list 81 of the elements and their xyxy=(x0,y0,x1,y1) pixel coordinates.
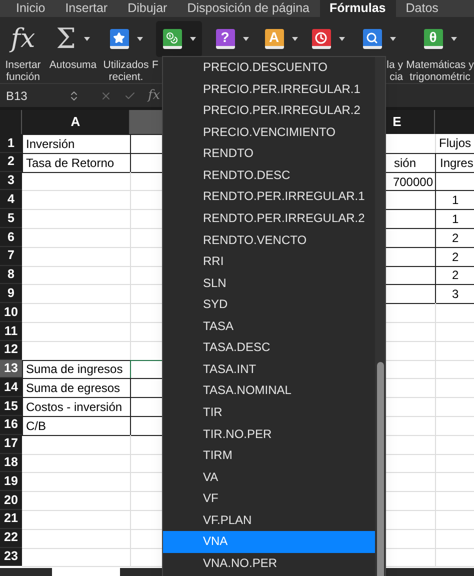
row-number[interactable]: 17 xyxy=(0,434,22,454)
row-number[interactable]: 12 xyxy=(0,340,22,360)
row-number[interactable]: 14 xyxy=(0,378,22,398)
ribbon-button[interactable]: fx xyxy=(4,21,42,57)
menu-item[interactable]: PRECIO.DESCUENTO xyxy=(163,57,375,79)
menu-item[interactable]: SLN xyxy=(163,272,375,294)
ribbon-button[interactable] xyxy=(156,21,202,57)
ribbon-label: la y cia xyxy=(386,59,404,83)
name-box[interactable]: B13 xyxy=(6,86,56,104)
ribbon-label: Insertar función xyxy=(4,59,42,83)
menu-item[interactable]: SYD xyxy=(163,294,375,316)
ribbon-label: F xyxy=(152,59,160,71)
stepper-icon[interactable] xyxy=(68,90,80,102)
row-number[interactable]: 22 xyxy=(0,528,22,548)
book-icon: θ xyxy=(424,29,442,49)
caret-icon[interactable] xyxy=(450,37,456,41)
row-number[interactable]: 3 xyxy=(0,172,22,190)
insert-function-icon[interactable]: fx xyxy=(148,86,160,106)
caret-icon[interactable] xyxy=(242,37,248,41)
caret-icon[interactable] xyxy=(190,37,196,41)
sum-icon: Σ xyxy=(56,25,76,53)
table-cell: Flujos xyxy=(435,134,474,154)
ribbon-tab[interactable]: Fórmulas xyxy=(320,0,396,17)
ribbon-label: Autosuma xyxy=(48,59,98,71)
caret-icon[interactable] xyxy=(338,37,344,41)
menu-item[interactable]: PRECIO.PER.IRREGULAR.1 xyxy=(163,78,375,100)
menu-item[interactable]: VNA.NO.PER xyxy=(163,552,375,574)
row-number[interactable]: 10 xyxy=(0,303,22,322)
row-number[interactable]: 21 xyxy=(0,510,22,529)
row-number[interactable]: 4 xyxy=(0,190,22,210)
caret-icon[interactable] xyxy=(390,37,396,41)
menu-item[interactable]: RENDTO.VENCTO xyxy=(163,230,375,252)
scrollbar[interactable] xyxy=(376,362,384,576)
ribbon-tab[interactable]: Dibujar xyxy=(118,0,178,17)
menu-item[interactable]: RRI xyxy=(163,251,375,273)
menu-item[interactable]: TASA.INT xyxy=(163,358,375,380)
menu-item[interactable]: TASA.DESC xyxy=(163,337,375,359)
caret-icon[interactable] xyxy=(292,37,298,41)
row-number[interactable]: 2 xyxy=(0,152,22,172)
menu-item[interactable]: VA xyxy=(163,466,375,488)
cancel-icon[interactable] xyxy=(100,90,112,102)
book-icon: ? xyxy=(216,29,234,49)
enter-icon[interactable] xyxy=(124,90,136,102)
ribbon-button[interactable]: Σ xyxy=(50,21,96,57)
menu-item[interactable]: TIR xyxy=(163,402,375,424)
row-number[interactable]: 16 xyxy=(0,416,22,435)
row-number[interactable]: 11 xyxy=(0,322,22,341)
row-number[interactable]: 5 xyxy=(0,209,22,228)
table-cell: C/B xyxy=(22,416,131,436)
row-number[interactable]: 15 xyxy=(0,397,22,416)
row-number[interactable]: 7 xyxy=(0,246,22,266)
ribbon-tab[interactable]: Disposición de página xyxy=(177,0,320,17)
ribbon-tab[interactable]: Insertar xyxy=(55,0,118,17)
row-number[interactable]: 18 xyxy=(0,454,22,472)
row-number[interactable]: 9 xyxy=(0,284,22,304)
ribbon-tab[interactable]: Datos xyxy=(396,0,448,17)
menu-item[interactable]: TASA xyxy=(163,316,375,338)
menu-item[interactable]: TIRM xyxy=(163,445,375,467)
menu-item[interactable]: RENDTO.PER.IRREGULAR.2 xyxy=(163,208,375,230)
book-icon: A xyxy=(264,29,284,49)
ribbon-tab[interactable]: Inicio xyxy=(6,0,56,17)
row-number[interactable]: 20 xyxy=(0,491,22,510)
ribbon-label: Utilizados recient. xyxy=(102,59,150,83)
menu-item[interactable]: TIR.NO.PER xyxy=(163,424,375,446)
menu-item[interactable]: VF xyxy=(163,488,375,510)
table-cell: Inversión xyxy=(22,134,131,154)
function-icon: fx xyxy=(10,26,36,52)
table-cell: Tasa de Retorno xyxy=(22,152,131,173)
row-number[interactable]: 19 xyxy=(0,472,22,492)
menu-item[interactable]: VNA xyxy=(163,531,375,553)
table-cell: Suma de ingresos xyxy=(22,360,131,380)
caret-icon[interactable] xyxy=(84,37,90,41)
row-number[interactable]: 13 xyxy=(0,360,22,378)
menu-item[interactable]: TASA.NOMINAL xyxy=(163,380,375,402)
row-number[interactable]: 1 xyxy=(0,134,22,153)
row-number[interactable]: 8 xyxy=(0,266,22,284)
caret-icon[interactable] xyxy=(136,37,142,41)
menu-item[interactable]: VF.PLAN xyxy=(163,510,375,532)
row-number[interactable]: 23 xyxy=(0,548,22,566)
ribbon-label: Matemáticas y trigonométric xyxy=(406,59,474,83)
row-number[interactable]: 6 xyxy=(0,228,22,247)
